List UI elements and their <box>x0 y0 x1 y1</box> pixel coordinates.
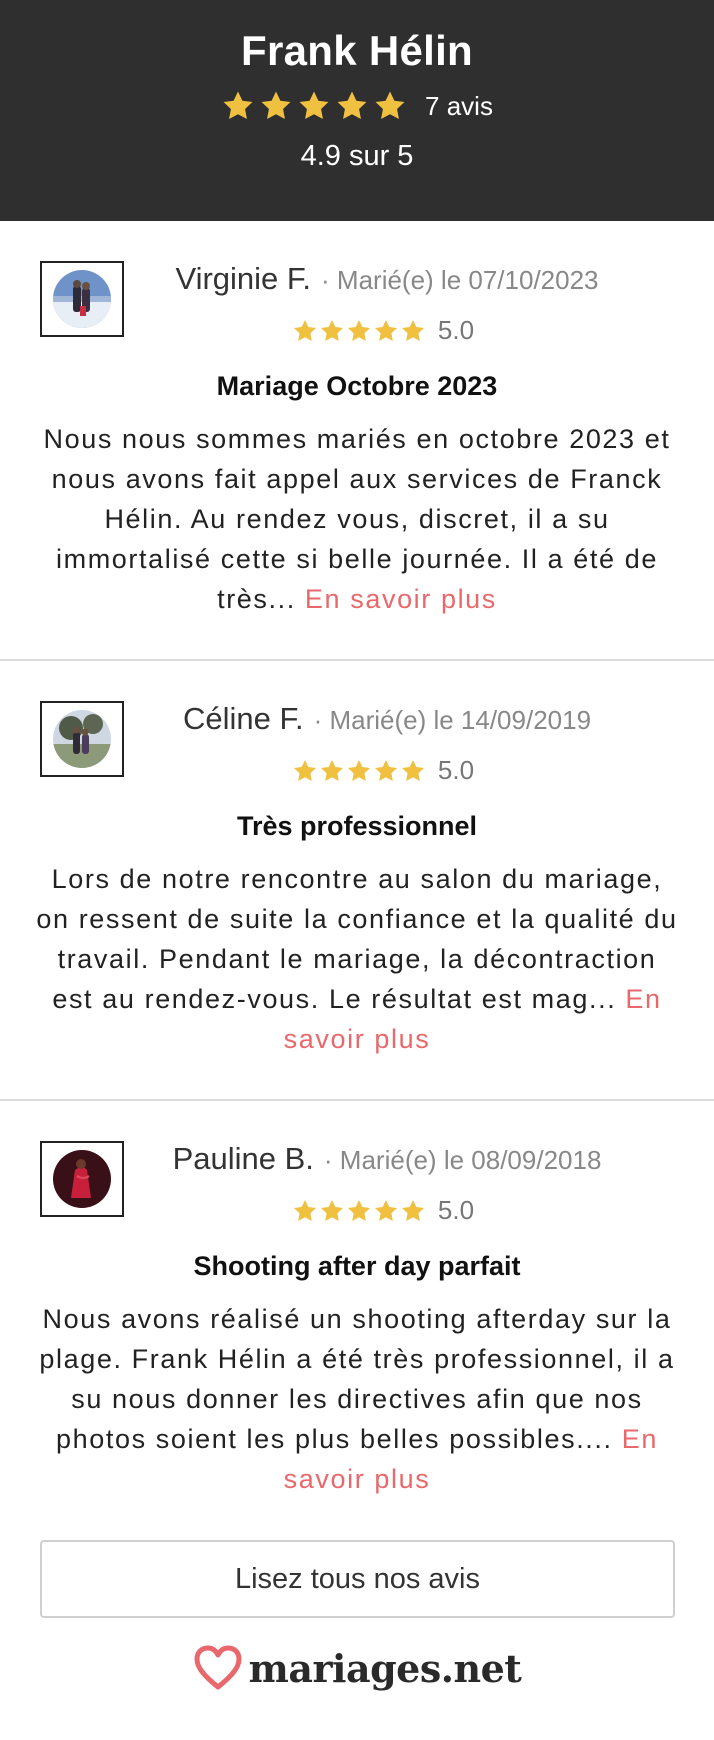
star-icon <box>400 1198 426 1224</box>
star-icon <box>400 758 426 784</box>
rating-value: 5.0 <box>437 315 475 345</box>
star-icon <box>221 89 255 123</box>
review-body: Nous avons réalisé un shooting afterday … <box>39 1304 675 1454</box>
logo-wordmark: mariages.net <box>248 1645 522 1691</box>
review-rating: 5.0 <box>0 1195 714 1226</box>
star-icon <box>373 1198 399 1224</box>
star-icon <box>292 318 318 344</box>
star-icon <box>400 318 426 344</box>
review-rating: 5.0 <box>0 315 714 346</box>
wedding-date: · Marié(e) le 14/09/2019 <box>313 705 592 735</box>
star-icon <box>297 89 331 123</box>
review-rating: 5.0 <box>0 755 714 786</box>
review-card: Virginie F. · Marié(e) le 07/10/2023 5.0… <box>0 221 714 661</box>
vendor-header: Frank Hélin 7 avis 4.9 sur 5 <box>0 0 714 221</box>
review-meta: Céline F. · Marié(e) le 14/09/2019 <box>0 701 714 737</box>
reviewer-name: Céline F. <box>182 701 304 736</box>
star-icon <box>373 89 407 123</box>
read-more-link[interactable]: En savoir plus <box>305 584 497 614</box>
read-all-reviews-button[interactable]: Lisez tous nos avis <box>40 1540 675 1618</box>
review-meta: Virginie F. · Marié(e) le 07/10/2023 <box>0 261 714 297</box>
star-icon <box>373 318 399 344</box>
review-body: Lors de notre rencontre au salon du mari… <box>36 864 678 1014</box>
star-icon <box>346 1198 372 1224</box>
star-icon <box>319 1198 345 1224</box>
review-text: Lors de notre rencontre au salon du mari… <box>36 859 678 1059</box>
star-icon <box>319 758 345 784</box>
review-title: Très professionnel <box>236 811 478 841</box>
star-icon <box>319 318 345 344</box>
star-icon <box>346 318 372 344</box>
wedding-date: · Marié(e) le 08/09/2018 <box>323 1145 602 1175</box>
review-text: Nous avons réalisé un shooting afterday … <box>36 1299 678 1499</box>
review-meta: Pauline B. · Marié(e) le 08/09/2018 <box>0 1141 714 1177</box>
review-stars <box>292 318 426 344</box>
review-count: 7 avis <box>425 90 493 121</box>
average-score: 4.9 sur 5 <box>300 140 414 172</box>
star-icon <box>335 89 369 123</box>
rating-value: 5.0 <box>437 755 475 785</box>
header-rating-row: 7 avis <box>221 86 493 126</box>
star-icon <box>346 758 372 784</box>
review-stars <box>292 1198 426 1224</box>
review-title: Mariage Octobre 2023 <box>216 371 498 401</box>
mariages-net-logo[interactable]: mariages.net <box>0 1645 714 1691</box>
wedding-date: · Marié(e) le 07/10/2023 <box>321 265 599 295</box>
review-card: Céline F. · Marié(e) le 14/09/2019 5.0 T… <box>0 661 714 1101</box>
reviewer-name: Virginie F. <box>175 261 312 296</box>
rating-value: 5.0 <box>437 1195 475 1225</box>
review-text: Nous nous sommes mariés en octobre 2023 … <box>36 419 678 619</box>
review-title: Shooting after day parfait <box>193 1251 521 1281</box>
star-icon <box>373 758 399 784</box>
star-icon <box>292 1198 318 1224</box>
star-icon <box>259 89 293 123</box>
review-card: Pauline B. · Marié(e) le 08/09/2018 5.0 … <box>0 1101 714 1541</box>
star-icon <box>292 758 318 784</box>
reviewer-name: Pauline B. <box>172 1141 314 1176</box>
vendor-name: Frank Hélin <box>240 27 474 74</box>
heart-logo-icon <box>194 1645 242 1690</box>
review-stars <box>292 758 426 784</box>
header-stars <box>221 89 407 123</box>
